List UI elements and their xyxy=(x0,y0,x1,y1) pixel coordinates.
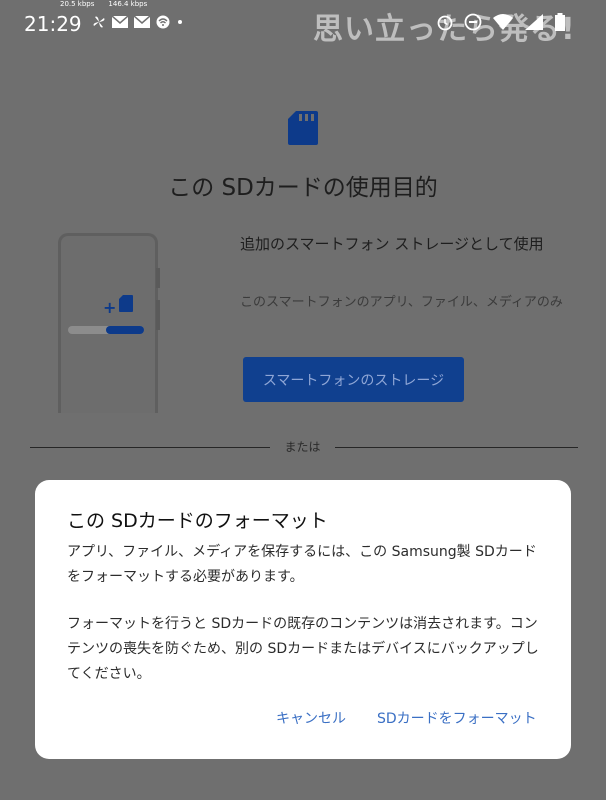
network-speed: 20.5 kbps 146.4 kbps xyxy=(60,0,147,8)
fan-icon xyxy=(93,16,105,28)
plus-icon: + xyxy=(103,298,117,317)
net-up-speed: 20.5 kbps xyxy=(60,0,95,8)
dialog-message-1: アプリ、ファイル、メディアを保存するには、この Samsung製 SDカードをフ… xyxy=(67,544,537,585)
divider xyxy=(335,447,578,448)
page-title: この SDカードの使用目的 xyxy=(168,175,438,201)
phone-side-button xyxy=(156,268,160,288)
cancel-button[interactable]: キャンセル xyxy=(276,708,346,728)
notification-icons xyxy=(92,15,184,29)
clock: 21:29 xyxy=(24,12,82,36)
option-title: 追加のスマートフォン ストレージとして使用 xyxy=(240,235,544,253)
dialog-message-2: フォーマットを行うと SDカードの既存のコンテンツは消去されます。コンテンツの喪… xyxy=(67,616,539,682)
phone-side-button xyxy=(156,300,160,330)
mail-icon xyxy=(112,16,128,28)
sd-card-small-icon xyxy=(119,295,133,312)
format-sd-dialog: この SDカードのフォーマット アプリ、ファイル、メディアを保存するには、この … xyxy=(35,480,571,759)
divider-text: または xyxy=(284,440,321,454)
watermark: 思い立ったら発る! xyxy=(313,12,576,47)
divider xyxy=(30,447,270,448)
wifi-hotspot-icon xyxy=(156,15,170,29)
status-bar: 20.5 kbps 146.4 kbps 21:29 思い立ったら発る! xyxy=(0,0,606,50)
format-sd-button[interactable]: SDカードをフォーマット xyxy=(377,708,537,728)
dialog-title: この SDカードのフォーマット xyxy=(67,510,328,532)
storage-bar-fill xyxy=(106,326,144,334)
net-down-speed: 146.4 kbps xyxy=(108,0,148,8)
more-notifications-icon xyxy=(178,20,182,24)
sd-card-icon xyxy=(288,111,318,145)
mail-icon xyxy=(134,16,150,28)
phone-storage-button[interactable]: スマートフォンのストレージ xyxy=(243,357,464,402)
option-subtitle: このスマートフォンのアプリ、ファイル、メディアのみ xyxy=(240,295,563,310)
dialog-actions: キャンセル SDカードをフォーマット xyxy=(35,708,571,736)
phone-illustration xyxy=(58,233,158,413)
